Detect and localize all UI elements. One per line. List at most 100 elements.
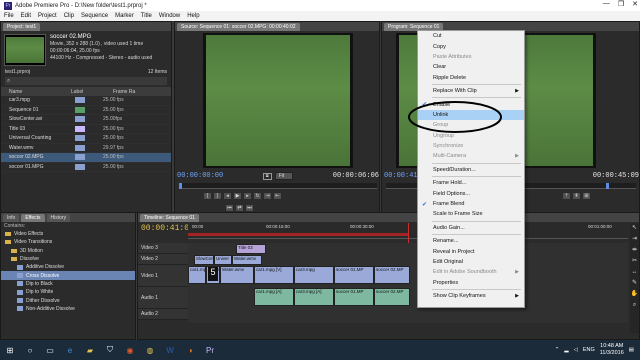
menu-project[interactable]: Project [38, 13, 57, 19]
track-header-audio2[interactable]: Audio 2 [138, 309, 188, 320]
menu-clip[interactable]: Clip [64, 13, 74, 19]
loop-icon[interactable]: ↻ [253, 192, 262, 200]
menu-sequence[interactable]: Sequence [81, 13, 108, 19]
pen-tool-icon[interactable]: ✎ [630, 278, 639, 289]
file-explorer-icon[interactable]: ▰ [80, 340, 100, 360]
context-item-reveal-in-project[interactable]: Reveal in Project [418, 246, 524, 256]
selection-tool-icon[interactable]: ↖ [630, 223, 639, 234]
context-item-cut[interactable]: Cut [418, 31, 524, 41]
effect-folder[interactable]: Dissolve [1, 255, 135, 263]
ripple-edit-icon[interactable]: ⇹ [630, 245, 639, 256]
context-item-speed-duration[interactable]: Speed/Duration... [418, 165, 524, 175]
search-icon[interactable]: ○ [20, 340, 40, 360]
project-item[interactable]: soccer 01.MPG 25.00 fps [1, 163, 171, 172]
menu-marker[interactable]: Marker [115, 13, 134, 19]
track-header-video2[interactable]: Video 2 [138, 254, 188, 265]
effect-item[interactable]: Dip to Black [1, 280, 135, 288]
chrome-icon[interactable]: ◍ [140, 340, 160, 360]
trim-button[interactable]: ⊞ [582, 192, 591, 200]
maximize-button[interactable]: ❐ [618, 0, 624, 8]
tab-info[interactable]: Info [3, 213, 20, 222]
tab-project[interactable]: Project: test1 [3, 22, 41, 31]
menu-help[interactable]: Help [187, 13, 199, 19]
clip-v2[interactable]: Water.wmv [232, 255, 262, 265]
project-item[interactable]: SlowCenter.avi 25.00fps [1, 115, 171, 125]
zoom-select[interactable]: Fit [274, 172, 294, 180]
app-icon[interactable]: ◉ [120, 340, 140, 360]
play-button[interactable]: ▶ [233, 192, 242, 200]
context-item-replace-with-clip[interactable]: Replace With Clip ▶ [418, 86, 524, 96]
hand-tool-icon[interactable]: ✋ [630, 289, 639, 300]
menu-edit[interactable]: Edit [21, 13, 31, 19]
program-playhead[interactable] [606, 183, 609, 189]
context-item-scale-to-frame-size[interactable]: Scale to Frame Size [418, 209, 524, 219]
mark-in-button[interactable]: { [203, 192, 212, 200]
step-back-icon[interactable]: ◂ [223, 192, 232, 200]
word-icon[interactable]: W [160, 340, 180, 360]
input-language[interactable]: ENG [583, 347, 595, 353]
tab-history[interactable]: History [46, 213, 71, 222]
col-label[interactable]: Label [53, 89, 103, 95]
clip-v2[interactable]: Univer [214, 255, 232, 265]
tab-source[interactable]: Source: Sequence 01: soccer 02.MPG: 00:0… [177, 22, 300, 31]
task-view-icon[interactable]: ▭ [40, 340, 60, 360]
clock-time[interactable]: 10:48 AM [600, 343, 624, 350]
context-item-clear[interactable]: Clear [418, 62, 524, 72]
track-header-video3[interactable]: Video 3 [138, 243, 188, 254]
work-area-bar[interactable] [188, 233, 408, 236]
col-name[interactable]: Name [1, 89, 53, 95]
minimize-button[interactable]: — [603, 0, 610, 8]
context-item-edit-original[interactable]: Edit Original [418, 257, 524, 267]
clip-v1[interactable]: car1.mpg [188, 266, 206, 284]
effect-folder[interactable]: 3D Motion [1, 247, 135, 255]
zoom-tool-icon[interactable]: ⌕ [630, 300, 639, 311]
track-select-icon[interactable]: ⇥ [630, 234, 639, 245]
context-item-show-clip-keyframes[interactable]: Show Clip Keyframes ▶ [418, 291, 524, 301]
tab-effects[interactable]: Effects [21, 213, 45, 222]
goto-in-icon[interactable]: ⏮ [225, 204, 234, 212]
menu-window[interactable]: Window [159, 13, 180, 19]
lift-button[interactable]: ⇡ [562, 192, 571, 200]
effect-item[interactable]: Dither Dissolve [1, 296, 135, 304]
notification-icon[interactable]: ▤ [629, 347, 634, 353]
project-item[interactable]: Sequence 01 25.00 fps [1, 106, 171, 115]
menu-title[interactable]: Title [141, 13, 152, 19]
mark-out-button[interactable]: } [213, 192, 222, 200]
track-header-audio1[interactable]: Audio 1 [138, 287, 188, 309]
source-timecode[interactable]: 00:00:00:00 [177, 172, 223, 180]
source-playhead[interactable] [179, 183, 182, 189]
effect-item[interactable]: Additive Dissolve [1, 263, 135, 271]
premiere-taskbar-icon[interactable]: Pr [200, 340, 220, 360]
context-item-field-options[interactable]: Field Options... [418, 188, 524, 198]
project-item[interactable]: Universal Counting Leader 25.00 fps [1, 134, 171, 144]
slip-tool-icon[interactable]: ↔ [630, 267, 639, 278]
title-clip[interactable]: Title 03 [236, 244, 266, 254]
track-header-video1[interactable]: Video 1 [138, 265, 188, 287]
effect-folder[interactable]: Video Effects [1, 230, 135, 238]
effect-item[interactable]: Cross Dissolve [1, 271, 135, 280]
razor-tool-icon[interactable]: ✂ [630, 256, 639, 267]
clock-date[interactable]: 11/3/2016 [600, 350, 624, 357]
effect-item[interactable]: Dip to White [1, 288, 135, 296]
clip-a1[interactable]: soccer 02.MP [374, 288, 410, 306]
goto-out-icon[interactable]: ⏭ [245, 204, 254, 212]
store-icon[interactable]: ⛉ [100, 340, 120, 360]
shuttle-icon[interactable]: ⇄ [235, 204, 244, 212]
clip-a1[interactable]: car3.mpg [A] [294, 288, 334, 306]
project-search[interactable]: ⌕ [5, 77, 167, 85]
insert-button[interactable]: ⇥ [263, 192, 272, 200]
clip-v1[interactable]: Water.wmv [220, 266, 254, 284]
context-item-frame-blend[interactable]: ✔ Frame Blend [418, 199, 524, 209]
timeline-timecode[interactable]: 00:00:41:04 [141, 224, 194, 233]
effect-folder[interactable]: Video Transitions [1, 238, 135, 246]
firefox-icon[interactable]: ◑ [180, 340, 200, 360]
extract-button[interactable]: ⇞ [572, 192, 581, 200]
project-item[interactable]: soccer 02.MPG 25.00 fps [1, 153, 171, 163]
project-item[interactable]: car3.mpg 25.00 fps [1, 96, 171, 106]
context-item-rename[interactable]: Rename... [418, 236, 524, 246]
effect-item[interactable]: Non-Additive Dissolve [1, 305, 135, 313]
safe-margin-icon[interactable]: ⧈ [262, 172, 272, 180]
close-button[interactable]: ✕ [632, 0, 638, 8]
context-item-copy[interactable]: Copy [418, 41, 524, 51]
volume-icon[interactable]: ◁ [574, 347, 578, 353]
